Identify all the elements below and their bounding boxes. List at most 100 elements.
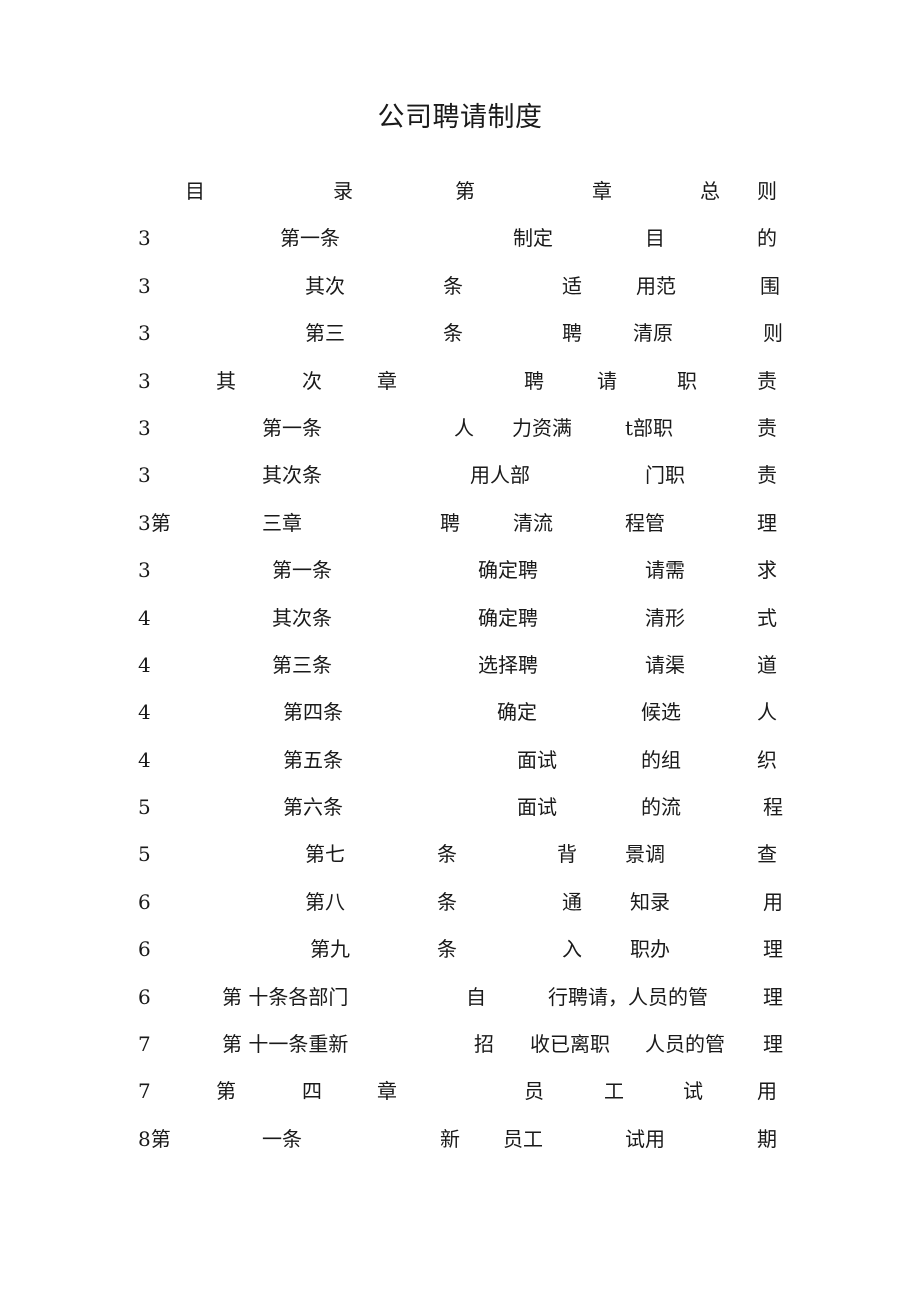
toc-segment: 3	[138, 226, 151, 251]
toc-segment: 6	[138, 937, 151, 962]
toc-segment: 用	[763, 889, 783, 914]
toc-segment: 适	[562, 273, 582, 298]
toc-segment: 3	[138, 463, 151, 488]
toc-segment: 的流	[641, 795, 681, 820]
toc-segment: 理	[757, 510, 777, 535]
toc-row-17: 6 第 十条各部门 自 行聘请，人员的管 理	[0, 982, 920, 1029]
toc-segment: 第八	[305, 889, 345, 914]
toc-segment: 用范	[636, 273, 676, 298]
toc-segment: 通	[562, 889, 582, 914]
toc-segment: 员	[524, 1079, 544, 1104]
toc-row-11: 4 第四条 确定 候选 人	[0, 697, 920, 744]
toc-segment: 人员的管	[645, 1032, 725, 1057]
toc-segment: 第一条	[262, 415, 322, 440]
toc-segment: 第	[216, 1079, 236, 1104]
toc-segment: 清原	[633, 321, 673, 346]
toc-segment: 面试	[517, 747, 557, 772]
toc-segment: 程管	[625, 510, 665, 535]
toc-row-5: 3 第一条 人 力资满 t部职 责	[0, 413, 920, 460]
toc-row-8: 3 第一条 确定聘 请需 求	[0, 555, 920, 602]
toc-segment: 理	[763, 984, 783, 1009]
toc-row-6: 3 其次条 用人部 门职 责	[0, 460, 920, 507]
toc-segment: 程	[763, 795, 783, 820]
toc-segment: 责	[757, 415, 777, 440]
toc-segment: 责	[757, 463, 777, 488]
toc-segment: 行聘请，人员的管	[548, 984, 708, 1009]
toc-segment: 式	[757, 605, 777, 630]
toc-segment: 章	[377, 368, 397, 393]
toc-segment: 理	[763, 937, 783, 962]
toc-segment: 确定	[497, 700, 537, 725]
toc-row-3: 3 第三 条 聘 清原 则	[0, 318, 920, 365]
toc-segment: 选择聘	[478, 652, 538, 677]
toc-segment: 第六条	[283, 795, 343, 820]
toc-segment: 确定聘	[478, 605, 538, 630]
toc-segment: 知录	[630, 889, 670, 914]
toc-segment: 试用	[625, 1126, 665, 1151]
toc-segment: 8第	[138, 1126, 171, 1151]
toc-segment: 第九	[310, 937, 350, 962]
toc-segment: 条	[443, 321, 463, 346]
toc-segment: 工	[604, 1079, 624, 1104]
toc-segment: 清流	[513, 510, 553, 535]
toc-segment: 章	[377, 1079, 397, 1104]
toc-segment: 4	[138, 605, 151, 630]
toc-segment: 制定	[513, 226, 553, 251]
toc-segment: 则	[763, 321, 783, 346]
toc-row-19: 7 第 四 章 员 工 试 用	[0, 1076, 920, 1123]
toc-segment: 道	[757, 652, 777, 677]
toc-segment: 景调	[625, 842, 665, 867]
toc-segment: 则	[757, 179, 777, 203]
toc-segment: 总	[700, 179, 720, 203]
toc-row-18: 7 第 十一条重新 招 收已离职 人员的管 理	[0, 1029, 920, 1076]
toc-segment: 用	[757, 1079, 777, 1104]
toc-segment: 5	[138, 795, 151, 820]
toc-segment: 第四条	[283, 700, 343, 725]
toc-segment: 理	[763, 1032, 783, 1057]
toc-segment: 第一条	[280, 226, 340, 251]
toc-segment: 的	[757, 226, 777, 251]
toc-segment: 请需	[645, 558, 685, 583]
toc-segment: 清形	[645, 605, 685, 630]
toc-segment: 聘	[524, 368, 544, 393]
toc-row-15: 6 第八 条 通 知录 用	[0, 887, 920, 934]
toc-row-2: 3 其次 条 适 用范 围	[0, 271, 920, 318]
toc-segment: 新	[440, 1126, 460, 1151]
toc-row-10: 4 第三条 选择聘 请渠 道	[0, 650, 920, 697]
toc-row-1: 3 第一条 制定 目 的	[0, 223, 920, 270]
toc-segment: 3	[138, 415, 151, 440]
toc-segment: 求	[757, 558, 777, 583]
toc-segment: 7	[138, 1079, 151, 1104]
toc-segment: 用人部	[470, 463, 530, 488]
toc-row-13: 5 第六条 面试 的流 程	[0, 792, 920, 839]
toc-segment: 职办	[630, 937, 670, 962]
toc-segment: 第三条	[272, 652, 332, 677]
toc-segment: 责	[757, 368, 777, 393]
toc-segment: 目	[185, 179, 205, 203]
toc-segment: 录	[333, 179, 353, 203]
toc-segment: 第七	[305, 842, 345, 867]
toc-segment: 次	[302, 368, 322, 393]
toc-segment: 条	[437, 889, 457, 914]
toc-segment: 条	[437, 937, 457, 962]
toc-segment: 员工	[503, 1126, 543, 1151]
toc-segment: 条	[437, 842, 457, 867]
toc-segment: 其次	[305, 273, 345, 298]
toc-segment: 第 十条各部门	[222, 984, 349, 1009]
toc-segment: 3	[138, 558, 151, 583]
toc-segment: 第五条	[283, 747, 343, 772]
toc-segment: 围	[760, 273, 780, 298]
toc-segment: 5	[138, 842, 151, 867]
toc-segment: 条	[443, 273, 463, 298]
page-title: 公司聘请制度	[377, 102, 543, 133]
toc-segment: 请	[597, 368, 617, 393]
toc-segment: 第一条	[272, 558, 332, 583]
toc-segment: 确定聘	[478, 558, 538, 583]
toc-segment: 3	[138, 273, 151, 298]
toc-row-20: 8第 一条 新 员工 试用 期	[0, 1124, 920, 1171]
toc-segment: 6	[138, 889, 151, 914]
toc-segment: 人	[454, 415, 474, 440]
toc-segment: 试	[683, 1079, 703, 1104]
toc-heading-row: 目录第章总则	[0, 176, 920, 223]
toc-segment: 背	[557, 842, 577, 867]
